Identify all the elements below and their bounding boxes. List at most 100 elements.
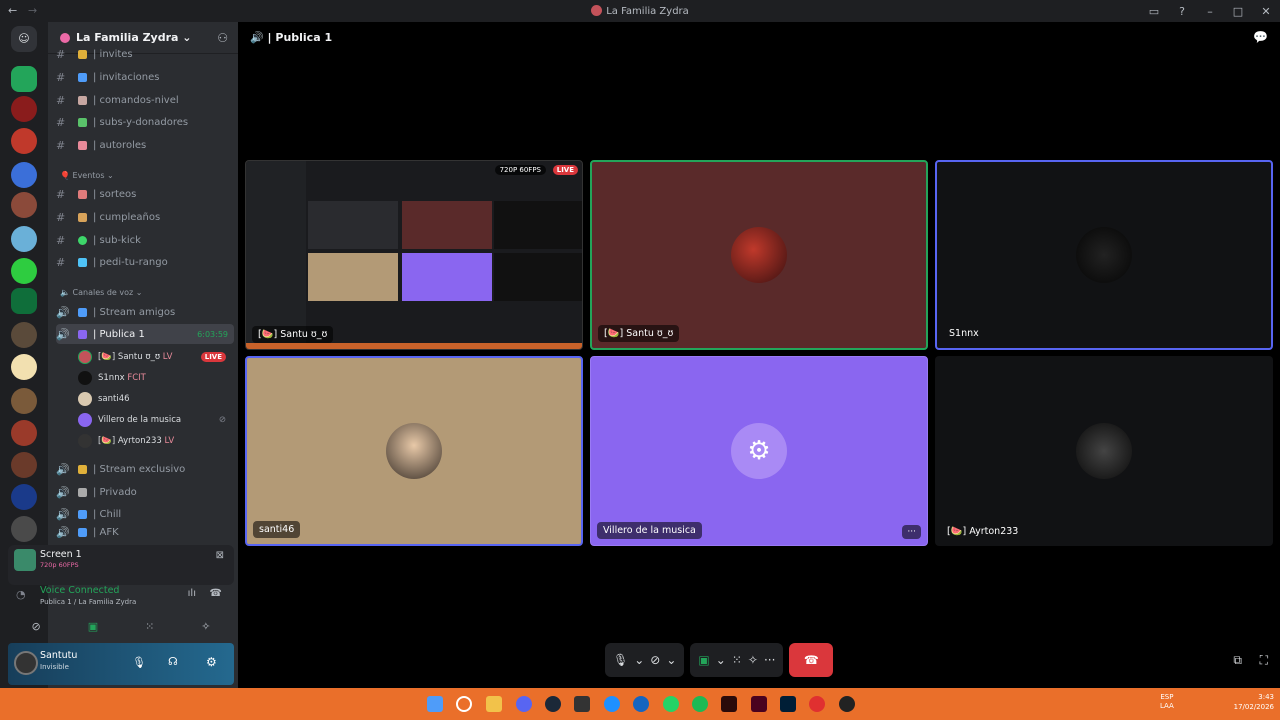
channel-item[interactable]: # | invitaciones [56,67,234,87]
server-icon[interactable] [11,452,37,478]
lang-layout: LAA [1160,702,1174,710]
server-icon[interactable] [11,162,37,188]
channel-item[interactable]: # | comandos-nivel [56,90,234,110]
indesign-icon[interactable] [751,696,767,712]
server-icon[interactable] [11,96,37,122]
channel-emoji-icon [78,487,87,497]
channel-item[interactable]: # | invites [56,44,234,64]
channel-item[interactable]: # | cumpleaños [56,207,234,227]
server-icon[interactable] [11,354,37,380]
fullscreen-icon[interactable]: ⛶ [1260,653,1268,668]
voice-user[interactable]: santi46 [78,389,234,409]
voice-channel-item[interactable]: 🔊 | AFK [56,526,234,538]
whatsapp-icon[interactable] [663,696,679,712]
inbox-icon[interactable]: ▭ [1140,5,1168,18]
server-icon[interactable] [11,388,37,414]
microphone-icon[interactable]: 🎙 [132,656,146,669]
help-icon[interactable]: ? [1168,5,1196,18]
channel-item[interactable]: # | pedi-tu-rango [56,252,234,272]
voice-channel-item[interactable]: 🔊 | Privado [56,482,234,502]
voice-channel-item-active[interactable]: 🔊 | Publica 1 6:03:59 [56,324,234,344]
chevron-down-icon[interactable]: ⌄ [716,653,726,667]
screen-share-icon[interactable]: ▣ [88,620,98,633]
popout-icon[interactable]: ⧉ [1233,653,1242,668]
server-icon[interactable] [11,128,37,154]
voice-channel-item[interactable]: 🔊 | Stream amigos [56,302,234,322]
soundboard-icon[interactable]: ✧ [201,620,210,633]
disconnect-icon[interactable]: ☎ [210,588,222,599]
discord-home-icon[interactable]: ☺ [11,26,37,52]
avatar[interactable] [14,651,38,675]
voice-user[interactable]: [🍉] Santu ʊ_ʊ LV LIVE [78,347,234,367]
app-icon[interactable] [839,696,855,712]
participant-tile[interactable]: [🍉] Santu ʊ_ʊ [590,160,928,350]
microphone-button[interactable]: 🎙 ⌄ ⊘ ⌄ [605,643,685,677]
app-icon[interactable] [574,696,590,712]
more-options-icon[interactable]: ··· [902,525,921,539]
close-button[interactable]: ✕ [1252,5,1280,18]
opera-icon[interactable] [809,696,825,712]
photoshop-icon[interactable] [780,696,796,712]
chat-icon[interactable]: 💬 [1253,30,1268,44]
stream-tile[interactable]: 720P 60FPS LIVE [🍉] Santu ʊ_ʊ [245,160,583,350]
server-icon[interactable] [11,322,37,348]
chevron-down-icon[interactable]: ⌄ [666,653,676,667]
server-icon[interactable] [11,516,37,542]
disconnect-button[interactable]: ☎ [789,643,834,677]
search-icon[interactable] [456,696,472,712]
screen-share-button[interactable]: ▣ ⌄ ⁙ ✧ ··· [690,643,784,677]
soundboard-icon[interactable]: ✧ [748,653,758,667]
server-icon[interactable] [11,420,37,446]
more-icon[interactable]: ··· [764,653,775,667]
channel-item[interactable]: # | sub-kick [56,230,234,250]
channel-label: | Stream amigos [93,306,176,318]
clock[interactable]: 3:43 17/02/2026 [1234,692,1274,712]
server-icon[interactable] [11,484,37,510]
category-voice[interactable]: 🔈 Canales de voz ⌄ [60,288,142,297]
voice-connected-sub[interactable]: Publica 1 / La Familia Zydra [40,598,136,606]
app-icon[interactable] [633,696,649,712]
participant-tile[interactable]: ⚙ Villero de la musica ··· [590,356,928,546]
settings-gear-icon[interactable]: ⚙ [206,655,217,669]
avatar [1076,423,1132,479]
illustrator-icon[interactable] [721,696,737,712]
voice-channel-item[interactable]: 🔊 | Chill [56,504,234,524]
activities-icon[interactable]: ⁙ [145,620,154,633]
channel-emoji-icon [78,527,87,537]
channel-item[interactable]: # | autoroles [56,135,234,155]
server-icon[interactable] [11,226,37,252]
server-icon[interactable] [11,192,37,218]
server-icon[interactable] [11,258,37,284]
camera-off-icon[interactable]: ⊘ [31,620,40,633]
chevron-down-icon[interactable]: ⌄ [634,653,644,667]
start-icon[interactable] [427,696,443,712]
channel-item[interactable]: # | sorteos [56,184,234,204]
maximize-button[interactable]: □ [1224,5,1252,18]
voice-user[interactable]: Villero de la musica ⊘ [78,410,234,430]
minimize-button[interactable]: – [1196,5,1224,18]
server-icon[interactable] [11,288,37,314]
file-explorer-icon[interactable] [486,696,502,712]
noise-suppression-icon[interactable]: ılı [188,588,196,599]
headphones-icon[interactable]: ☊ [168,655,178,668]
stop-share-icon[interactable]: ⊠ [216,550,224,561]
spotify-icon[interactable] [692,696,708,712]
participant-tile[interactable]: [🍉] Ayrton233 [935,356,1273,546]
participant-tile[interactable]: santi46 [245,356,583,546]
steam-icon[interactable] [545,696,561,712]
channel-label: | AFK [93,526,119,538]
category-eventos[interactable]: 🎈 Eventos ⌄ [60,171,114,180]
discord-icon[interactable] [516,696,532,712]
voice-channel-item[interactable]: 🔊 | Stream exclusivo [56,459,234,479]
add-member-icon[interactable]: ⚇ [217,31,228,45]
activities-icon[interactable]: ⁙ [732,653,742,667]
language-indicator[interactable]: ESP LAA [1160,693,1174,711]
voice-user[interactable]: S1nnx FCIT [78,368,234,388]
channel-label: | sorteos [93,188,137,200]
channel-item[interactable]: # | subs-y-donadores [56,112,234,132]
camera-off-icon[interactable]: ⊘ [650,653,660,667]
server-icon[interactable] [11,66,37,92]
voice-user[interactable]: [🍉] Ayrton233 LV [78,431,234,451]
participant-tile[interactable]: S1nnx [935,160,1273,350]
edge-icon[interactable] [604,696,620,712]
